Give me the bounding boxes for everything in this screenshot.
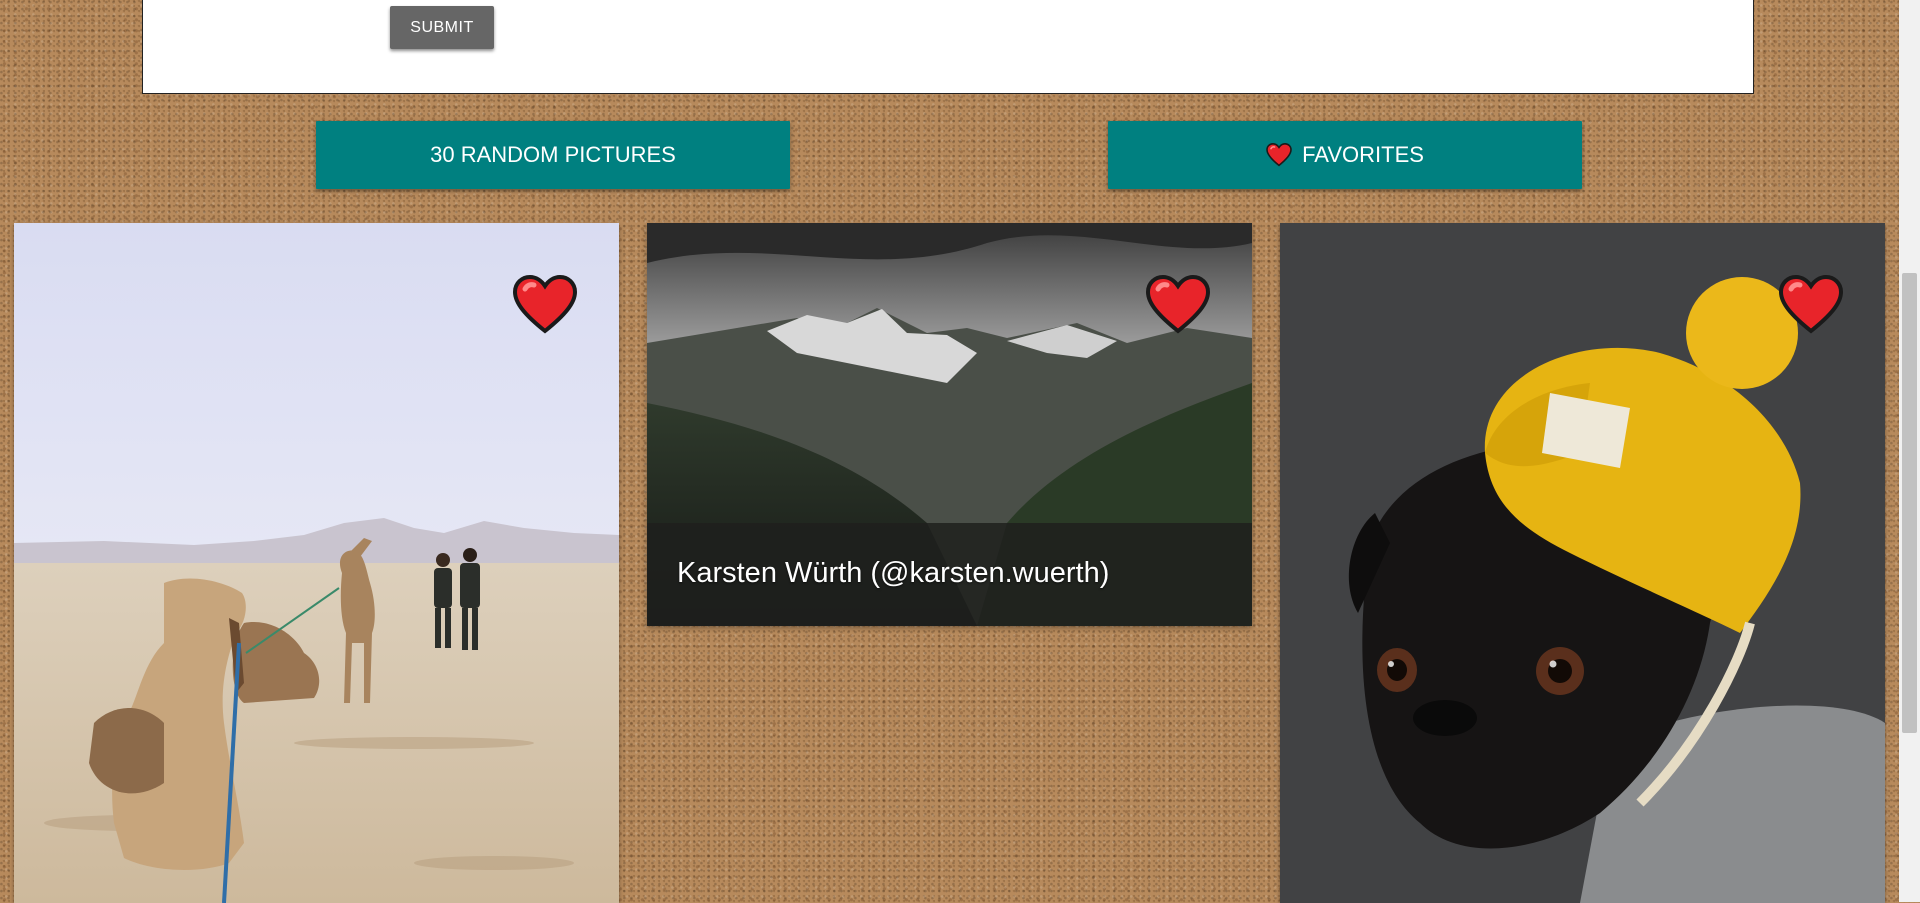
heart-icon[interactable] <box>513 275 577 335</box>
heart-icon[interactable] <box>1146 275 1210 335</box>
random-pictures-button[interactable]: 30 RANDOM PICTURES <box>316 121 790 189</box>
favorites-label: FAVORITES <box>1302 142 1424 167</box>
search-form-panel: SUBMIT <box>142 0 1754 94</box>
photo-caption: Karsten Würth (@karsten.wuerth) <box>677 557 1110 589</box>
submit-button[interactable]: SUBMIT <box>390 6 494 49</box>
scrollbar-thumb[interactable] <box>1902 273 1917 733</box>
favorites-button[interactable]: FAVORITES <box>1108 121 1582 189</box>
random-pictures-label: 30 RANDOM PICTURES <box>430 142 676 167</box>
page-scrollbar[interactable] <box>1899 0 1920 902</box>
photo-card-camels[interactable] <box>14 223 619 903</box>
heart-icon <box>1266 143 1292 167</box>
photo-card-pug[interactable] <box>1280 223 1885 903</box>
photo-card-mountains[interactable]: Karsten Würth (@karsten.wuerth) <box>647 223 1252 626</box>
heart-icon[interactable] <box>1779 275 1843 335</box>
